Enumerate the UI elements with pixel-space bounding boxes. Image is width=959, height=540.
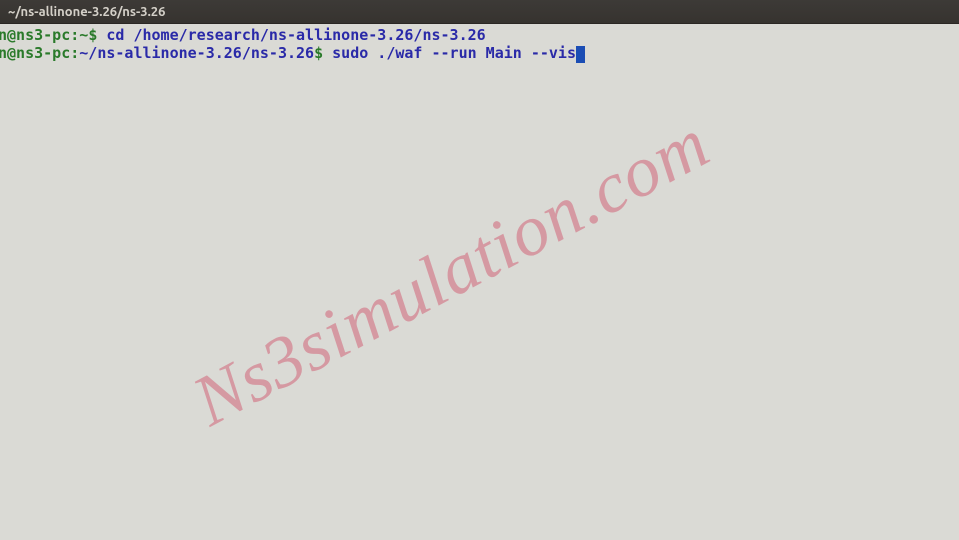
terminal-line: n@ns3-pc:~/ns-allinone-3.26/ns-3.26$ sud… bbox=[0, 44, 959, 62]
terminal-body[interactable]: n@ns3-pc:~$ cd /home/research/ns-allinon… bbox=[0, 24, 959, 540]
prompt-dollar: $ bbox=[314, 44, 332, 62]
prompt-dollar: $ bbox=[88, 26, 106, 44]
prompt-path: ~/ns-allinone-3.26/ns-3.26 bbox=[79, 44, 314, 62]
cursor-block bbox=[576, 46, 585, 63]
window-title: ~/ns-allinone-3.26/ns-3.26 bbox=[8, 5, 165, 19]
command-text: sudo ./waf --run Main --vis bbox=[332, 44, 576, 62]
prompt-sep: : bbox=[70, 26, 79, 44]
terminal-line: n@ns3-pc:~$ cd /home/research/ns-allinon… bbox=[0, 26, 959, 44]
command-text: cd /home/research/ns-allinone-3.26/ns-3.… bbox=[106, 26, 485, 44]
prompt-sep: : bbox=[70, 44, 79, 62]
window-titlebar: ~/ns-allinone-3.26/ns-3.26 bbox=[0, 0, 959, 24]
prompt-user-host: n@ns3-pc bbox=[0, 26, 70, 44]
watermark-text: Ns3simulation.com bbox=[178, 99, 723, 443]
prompt-path: ~ bbox=[79, 26, 88, 44]
prompt-user-host: n@ns3-pc bbox=[0, 44, 70, 62]
